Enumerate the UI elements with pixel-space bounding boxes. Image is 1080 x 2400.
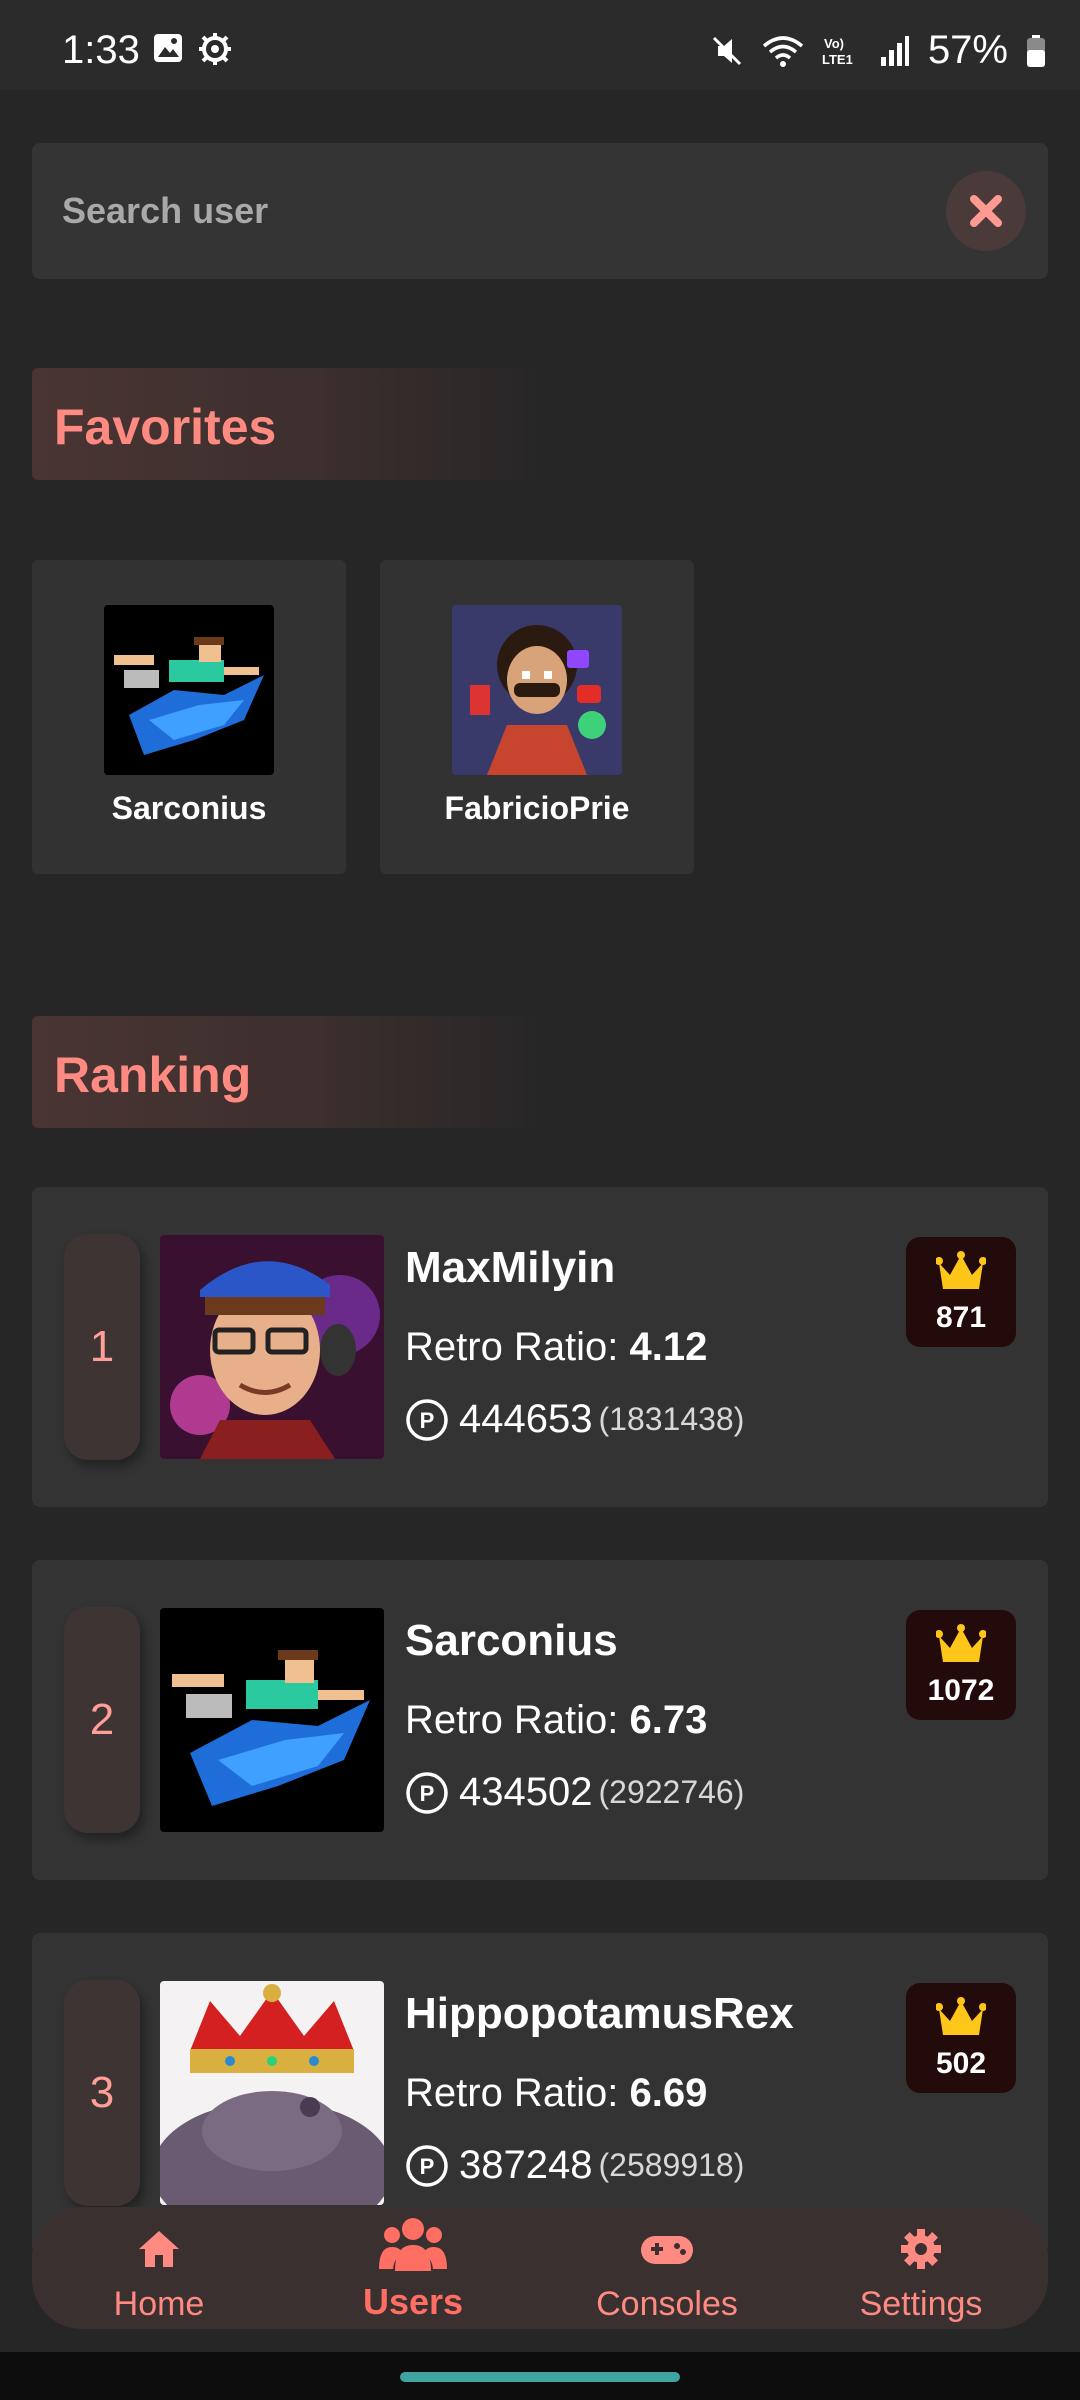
retro-ratio: Retro Ratio: 4.12 [405,1325,707,1370]
svg-text:P: P [420,2154,435,2179]
status-bar: 1:33 Vo) LTE1 57% [0,0,1080,90]
favorites-header: Favorites [32,368,552,480]
user-name: HippopotamusRex [405,1989,794,2038]
mastered-badge: 1072 [906,1610,1016,1720]
crown-icon [936,1997,986,2035]
battery-icon [1027,34,1045,67]
mastered-count: 1072 [927,1674,995,1707]
points: P 444653 (1831438) [405,1397,744,1442]
avatar [452,605,622,775]
favorite-user-name: FabricioPrie [444,790,630,826]
avatar [160,1235,384,1459]
nav-users[interactable]: Users [286,2207,540,2329]
retro-ratio-value: 6.73 [629,1698,708,1742]
home-indicator[interactable] [400,2372,680,2382]
ranking-row[interactable]: 1 MaxMilyin Retro Ratio: 4.12 P 444653 (… [32,1187,1048,1507]
avatar [160,1608,384,1832]
search-bar [32,143,1048,279]
retro-ratio-label: Retro Ratio: [405,1325,619,1369]
wifi-icon [762,35,804,67]
rank-position: 2 [64,1607,140,1833]
crown-icon [936,1251,986,1289]
volte-icon: Vo) LTE1 [822,36,853,67]
points-value: 444653 [459,1397,593,1441]
retro-ratio: Retro Ratio: 6.73 [405,1698,707,1743]
bottom-navigation: Home Users Consoles Settings [32,2207,1048,2329]
signal-icon [880,35,909,66]
svg-text:P: P [420,1781,435,1806]
search-input[interactable] [62,179,922,243]
home-icon [139,2231,179,2267]
nav-home-label: Home [113,2285,205,2323]
points-icon: P [406,2144,448,2187]
mastered-badge: 871 [906,1237,1016,1347]
nav-settings-label: Settings [859,2285,983,2323]
points: P 434502 (2922746) [405,1770,744,1815]
points-value: 387248 [459,2143,593,2187]
settings-status-icon [199,33,231,65]
total-points-value: (1831438) [598,1401,745,1437]
nav-consoles[interactable]: Consoles [540,2207,794,2329]
avatar [104,605,274,775]
rank-position: 1 [64,1234,140,1460]
retro-ratio-value: 4.12 [629,1325,708,1369]
retro-ratio-label: Retro Ratio: [405,1698,619,1742]
retro-ratio-label: Retro Ratio: [405,2071,619,2115]
total-points-value: (2922746) [598,1774,745,1810]
svg-text:P: P [420,1408,435,1433]
favorite-user-name: Sarconius [111,790,267,826]
favorite-user-card[interactable]: Sarconius [32,560,346,874]
points-value: 434502 [459,1770,593,1814]
ranking-row[interactable]: 2 Sarconius Retro Ratio: 6.73 P 434502 (… [32,1560,1048,1880]
nav-home[interactable]: Home [32,2207,286,2329]
points-icon: P [406,1398,448,1441]
mastered-count: 871 [935,1301,987,1334]
status-time: 1:33 [62,28,140,72]
users-icon [379,2218,447,2271]
user-name: Sarconius [405,1616,618,1665]
status-system-icons: Vo) LTE1 57% [710,28,1046,73]
svg-text:Vo): Vo) [824,36,844,51]
points: P 387248 (2589918) [405,2143,744,2188]
system-navigation-bar [0,2352,1080,2400]
image-icon [154,34,182,62]
mastered-count: 502 [935,2047,987,2080]
close-icon [970,195,1002,227]
user-name: MaxMilyin [405,1243,616,1292]
favorites-title: Favorites [54,399,277,455]
ranking-title: Ranking [54,1047,252,1103]
retro-ratio-value: 6.69 [629,2071,708,2115]
mastered-badge: 502 [906,1983,1016,2093]
crown-icon [936,1624,986,1662]
clear-search-button[interactable] [946,171,1026,251]
gear-icon [901,2229,941,2269]
ranking-row[interactable]: 3 HippopotamusRex Retro Ratio: 6.69 P 38… [32,1933,1048,2253]
total-points-value: (2589918) [598,2147,745,2183]
retro-ratio: Retro Ratio: 6.69 [405,2071,707,2116]
battery-percentage: 57% [927,28,1008,72]
avatar [160,1981,384,2205]
svg-text:LTE1: LTE1 [822,52,853,67]
nav-users-label: Users [362,2281,464,2322]
ranking-header: Ranking [32,1016,552,1128]
points-icon: P [406,1771,448,1814]
nav-settings[interactable]: Settings [794,2207,1048,2329]
mute-icon [712,36,741,65]
status-notification-icons [152,32,232,66]
nav-consoles-label: Consoles [596,2285,738,2323]
rank-position: 3 [64,1980,140,2206]
gamepad-icon [641,2236,693,2264]
favorite-user-card[interactable]: FabricioPrie [380,560,694,874]
